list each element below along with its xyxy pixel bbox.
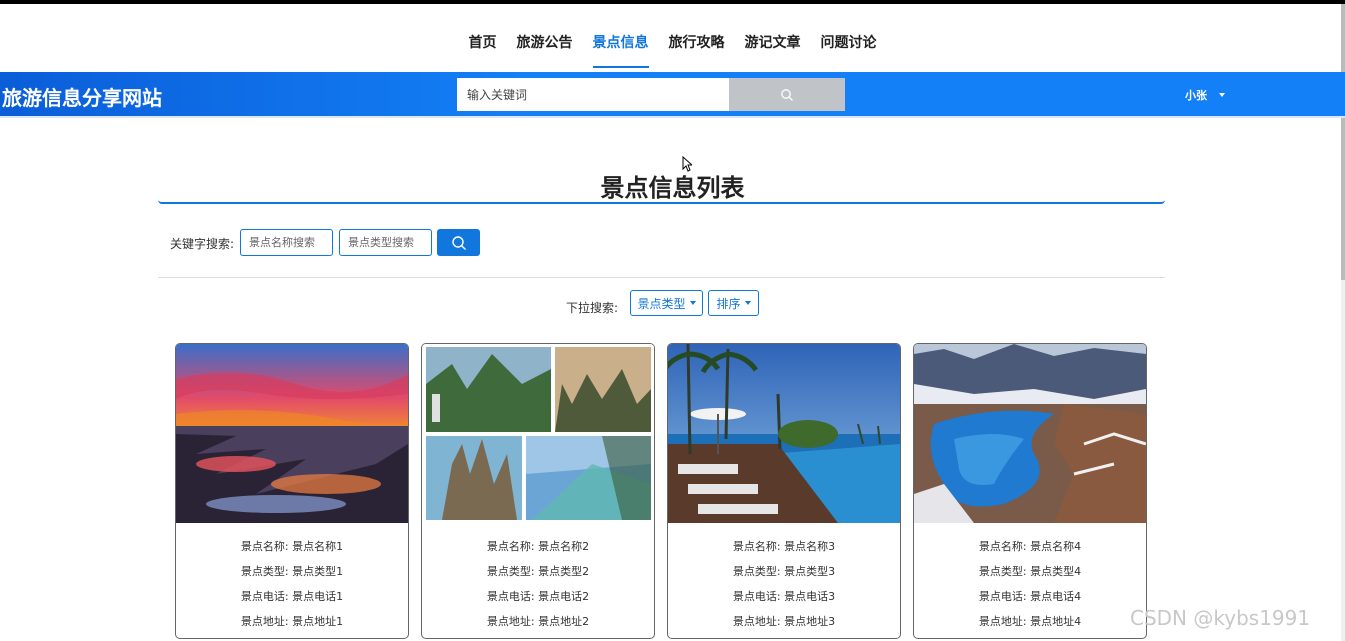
caret-down-icon [744,301,751,305]
sort-dropdown-label: 排序 [716,296,741,311]
attraction-info-1: 景点名称: 景点名称1 景点类型: 景点类型1 景点电话: 景点电话1 景点地址… [176,534,408,634]
caret-down-icon [1219,93,1225,97]
site-title: 旅游信息分享网站 [2,86,162,110]
info-row-name: 景点名称: 景点名称3 [732,540,836,553]
info-row-phone: 景点电话: 景点电话1 [240,590,344,603]
nav-item-discussion[interactable]: 问题讨论 [811,24,887,68]
page-title: 景点信息列表 [600,174,745,202]
attraction-info-4: 景点名称: 景点名称4 景点类型: 景点类型4 景点电话: 景点电话4 景点地址… [914,534,1146,634]
attraction-card-3[interactable]: 景点名称: 景点名称3 景点类型: 景点类型3 景点电话: 景点电话3 景点地址… [667,343,901,639]
info-row-type: 景点类型: 景点类型3 [732,565,836,578]
window-top-bar [0,0,1345,4]
type-dropdown[interactable]: 景点类型 [630,290,703,316]
section-divider [158,277,1165,278]
dropdown-search-label: 下拉搜索: [566,301,619,315]
info-row-type: 景点类型: 景点类型1 [240,565,344,578]
mouse-cursor-icon [682,156,692,172]
nav-item-announcements[interactable]: 旅游公告 [507,24,583,68]
info-row-type: 景点类型: 景点类型2 [486,565,590,578]
attraction-type-search-input[interactable] [339,229,432,256]
title-underline [158,200,1165,204]
main-nav: 首页 旅游公告 景点信息 旅行攻略 游记文章 问题讨论 [0,24,1345,68]
info-row-phone: 景点电话: 景点电话2 [486,590,590,603]
attraction-card-2[interactable]: 景点名称: 景点名称2 景点类型: 景点类型2 景点电话: 景点电话2 景点地址… [421,343,655,639]
sort-dropdown[interactable]: 排序 [708,290,759,316]
attraction-card-1[interactable]: 景点名称: 景点名称1 景点类型: 景点类型1 景点电话: 景点电话1 景点地址… [175,343,409,639]
info-row-address: 景点地址: 景点地址4 [978,615,1082,628]
info-row-address: 景点地址: 景点地址1 [240,615,344,628]
info-row-name: 景点名称: 景点名称4 [978,540,1082,553]
search-icon [451,235,466,250]
info-row-address: 景点地址: 景点地址3 [732,615,836,628]
nav-item-attractions[interactable]: 景点信息 [583,24,659,68]
info-row-address: 景点地址: 景点地址2 [486,615,590,628]
info-row-type: 景点类型: 景点类型4 [978,565,1082,578]
info-row-phone: 景点电话: 景点电话4 [978,590,1082,603]
user-menu[interactable]: 小张 [1185,87,1225,103]
attraction-image-1 [176,344,408,523]
info-row-name: 景点名称: 景点名称1 [240,540,344,553]
attraction-image-2 [422,344,654,523]
caret-down-icon [689,301,696,305]
info-row-name: 景点名称: 景点名称2 [486,540,590,553]
user-name: 小张 [1185,89,1207,102]
keyword-search-button[interactable] [437,229,480,256]
nav-item-guides[interactable]: 旅行攻略 [659,24,735,68]
type-dropdown-label: 景点类型 [637,296,686,311]
attraction-image-4 [914,344,1146,523]
watermark: CSDN @kybs1991 [1130,606,1311,630]
nav-item-travelogues[interactable]: 游记文章 [735,24,811,68]
search-icon [781,88,793,101]
attraction-image-3 [668,344,900,523]
attraction-info-3: 景点名称: 景点名称3 景点类型: 景点类型3 景点电话: 景点电话3 景点地址… [668,534,900,634]
header-banner: 旅游信息分享网站 小张 [0,72,1345,118]
attraction-card-4[interactable]: 景点名称: 景点名称4 景点类型: 景点类型4 景点电话: 景点电话4 景点地址… [913,343,1147,639]
site-search-input[interactable] [457,78,729,111]
site-search-button[interactable] [729,78,845,111]
attraction-info-2: 景点名称: 景点名称2 景点类型: 景点类型2 景点电话: 景点电话2 景点地址… [422,534,654,634]
attraction-name-search-input[interactable] [240,229,333,256]
keyword-search-label: 关键字搜索: [170,237,235,251]
info-row-phone: 景点电话: 景点电话3 [732,590,836,603]
nav-item-home[interactable]: 首页 [459,24,507,68]
